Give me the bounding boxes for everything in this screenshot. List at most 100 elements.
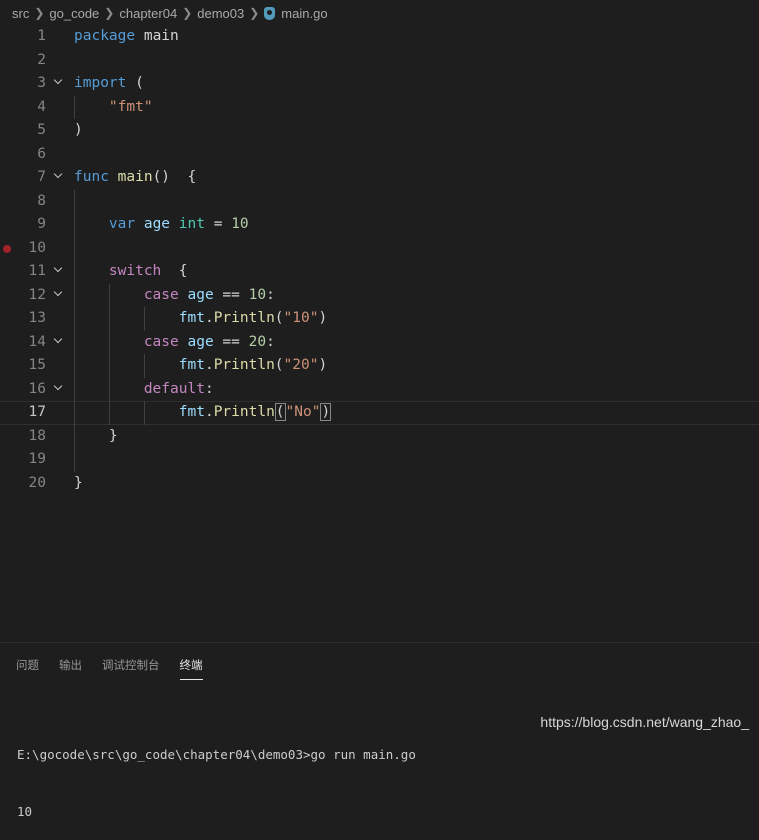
indent-guide (74, 307, 75, 331)
breadcrumb-item[interactable]: demo03 (197, 6, 244, 21)
code-line[interactable]: 10 (0, 236, 759, 261)
code-token: ) (320, 403, 332, 421)
gutter[interactable]: 4 (0, 96, 74, 120)
go-file-icon (264, 6, 276, 20)
gutter[interactable]: 9 (0, 213, 74, 237)
panel-divider (0, 642, 759, 643)
code-line[interactable]: 19 (0, 448, 759, 472)
code-editor[interactable]: 1 package main 2 3 import (4 "fmt" 5) 6 7 func ma… (0, 25, 759, 495)
code-line[interactable]: 9 var age int = 10 (0, 213, 759, 237)
breadcrumb-item[interactable]: go_code (49, 6, 99, 21)
code-token: ( (274, 403, 286, 421)
code-text: import ( (74, 72, 144, 96)
gutter[interactable]: 13 (0, 307, 74, 331)
line-number: 16 (28, 380, 46, 397)
line-number: 10 (28, 239, 46, 256)
code-token: "fmt" (108, 98, 153, 115)
code-line[interactable]: 5) (0, 119, 759, 143)
code-text: switch { (109, 260, 188, 284)
indent-guide (74, 283, 75, 307)
line-number: 8 (37, 192, 46, 209)
code-token: ) (318, 357, 328, 373)
breadcrumb-item[interactable]: src (12, 6, 29, 21)
terminal-output[interactable]: E:\gocode\src\go_code\chapter04\demo03>g… (17, 707, 416, 840)
gutter[interactable]: 19 (0, 448, 74, 472)
code-line[interactable]: 18} (0, 424, 759, 449)
code-token: } (108, 427, 118, 444)
gutter[interactable]: 14 (0, 331, 74, 355)
code-token: fmt (178, 357, 205, 373)
line-number: 14 (28, 333, 46, 350)
code-token: package (74, 28, 136, 44)
panel-tab[interactable]: 调试控制台 (102, 657, 160, 680)
code-token: == (213, 286, 249, 303)
code-line[interactable]: 12 case age == 10: (0, 283, 759, 308)
gutter[interactable]: 18 (0, 425, 74, 449)
fold-chevron-icon[interactable] (53, 263, 63, 273)
panel-tab[interactable]: 输出 (59, 657, 82, 680)
indent-guide (143, 401, 145, 425)
indent-guide (74, 236, 75, 260)
code-line[interactable]: 16 default: (0, 377, 759, 402)
code-line[interactable]: 15 fmt.Println("20") (0, 354, 759, 378)
line-number: 12 (28, 286, 46, 303)
fold-chevron-icon[interactable] (53, 169, 63, 179)
indent-guide (108, 283, 110, 307)
panel-tab[interactable]: 问题 (16, 657, 39, 680)
code-line[interactable]: 14 case age == 20: (0, 330, 759, 355)
fold-chevron-icon[interactable] (53, 75, 63, 85)
gutter[interactable]: 5 (0, 119, 74, 143)
code-line[interactable]: 3 import ( (0, 72, 759, 96)
code-line[interactable]: 20} (0, 472, 759, 496)
fold-chevron-icon[interactable] (53, 381, 63, 390)
breadcrumb-item[interactable]: chapter04 (119, 6, 177, 21)
gutter[interactable]: 15 (0, 354, 74, 378)
gutter[interactable]: 17 (0, 401, 74, 425)
breakpoint-icon[interactable] (3, 244, 11, 253)
breadcrumb-file[interactable]: main.go (281, 6, 327, 21)
code-line[interactable]: 7 func main() { (0, 166, 759, 190)
indent-guide (74, 330, 75, 354)
fold-chevron-icon[interactable] (53, 334, 63, 343)
code-line[interactable]: 6 (0, 143, 759, 167)
code-token: Println (213, 357, 275, 373)
gutter[interactable]: 3 (0, 72, 74, 96)
code-line[interactable]: 13 fmt.Println("10") (0, 307, 759, 331)
gutter[interactable]: 10 (0, 237, 74, 261)
code-token: case (143, 286, 179, 303)
indent-guide (143, 354, 145, 378)
gutter[interactable]: 20 (0, 472, 74, 496)
gutter[interactable]: 11 (0, 260, 74, 284)
code-token: ) (74, 122, 83, 138)
code-token: ( (126, 75, 144, 91)
code-token: 20 (248, 333, 267, 350)
indent-guide (108, 330, 110, 354)
gutter[interactable]: 1 (0, 25, 74, 49)
code-token: Println (213, 404, 275, 420)
panel-tab[interactable]: 终端 (179, 657, 203, 680)
indent-guide (108, 307, 110, 331)
code-token: = (204, 216, 232, 232)
code-line[interactable]: 17 fmt.Println("No") (0, 401, 759, 425)
code-line[interactable]: 4 "fmt" (0, 95, 759, 120)
code-line[interactable]: 11 switch { (0, 260, 759, 284)
gutter[interactable]: 2 (0, 49, 74, 73)
code-token: () { (152, 169, 197, 185)
gutter[interactable]: 12 (0, 284, 74, 308)
indent-guide (108, 401, 110, 425)
gutter[interactable]: 7 (0, 166, 74, 190)
terminal-command-line: E:\gocode\src\go_code\chapter04\demo03>g… (17, 747, 416, 762)
indent-guide (74, 424, 75, 448)
fold-chevron-icon[interactable] (53, 287, 63, 296)
line-number: 6 (37, 145, 46, 162)
gutter[interactable]: 6 (0, 143, 74, 167)
indent-guide (74, 189, 75, 213)
code-line[interactable]: 8 (0, 189, 759, 214)
code-line[interactable]: 1 package main (0, 25, 759, 49)
gutter[interactable]: 16 (0, 378, 74, 402)
code-token: . (204, 310, 214, 326)
indent-guide (74, 448, 75, 472)
gutter[interactable]: 8 (0, 190, 74, 214)
code-line[interactable]: 2 (0, 49, 759, 73)
